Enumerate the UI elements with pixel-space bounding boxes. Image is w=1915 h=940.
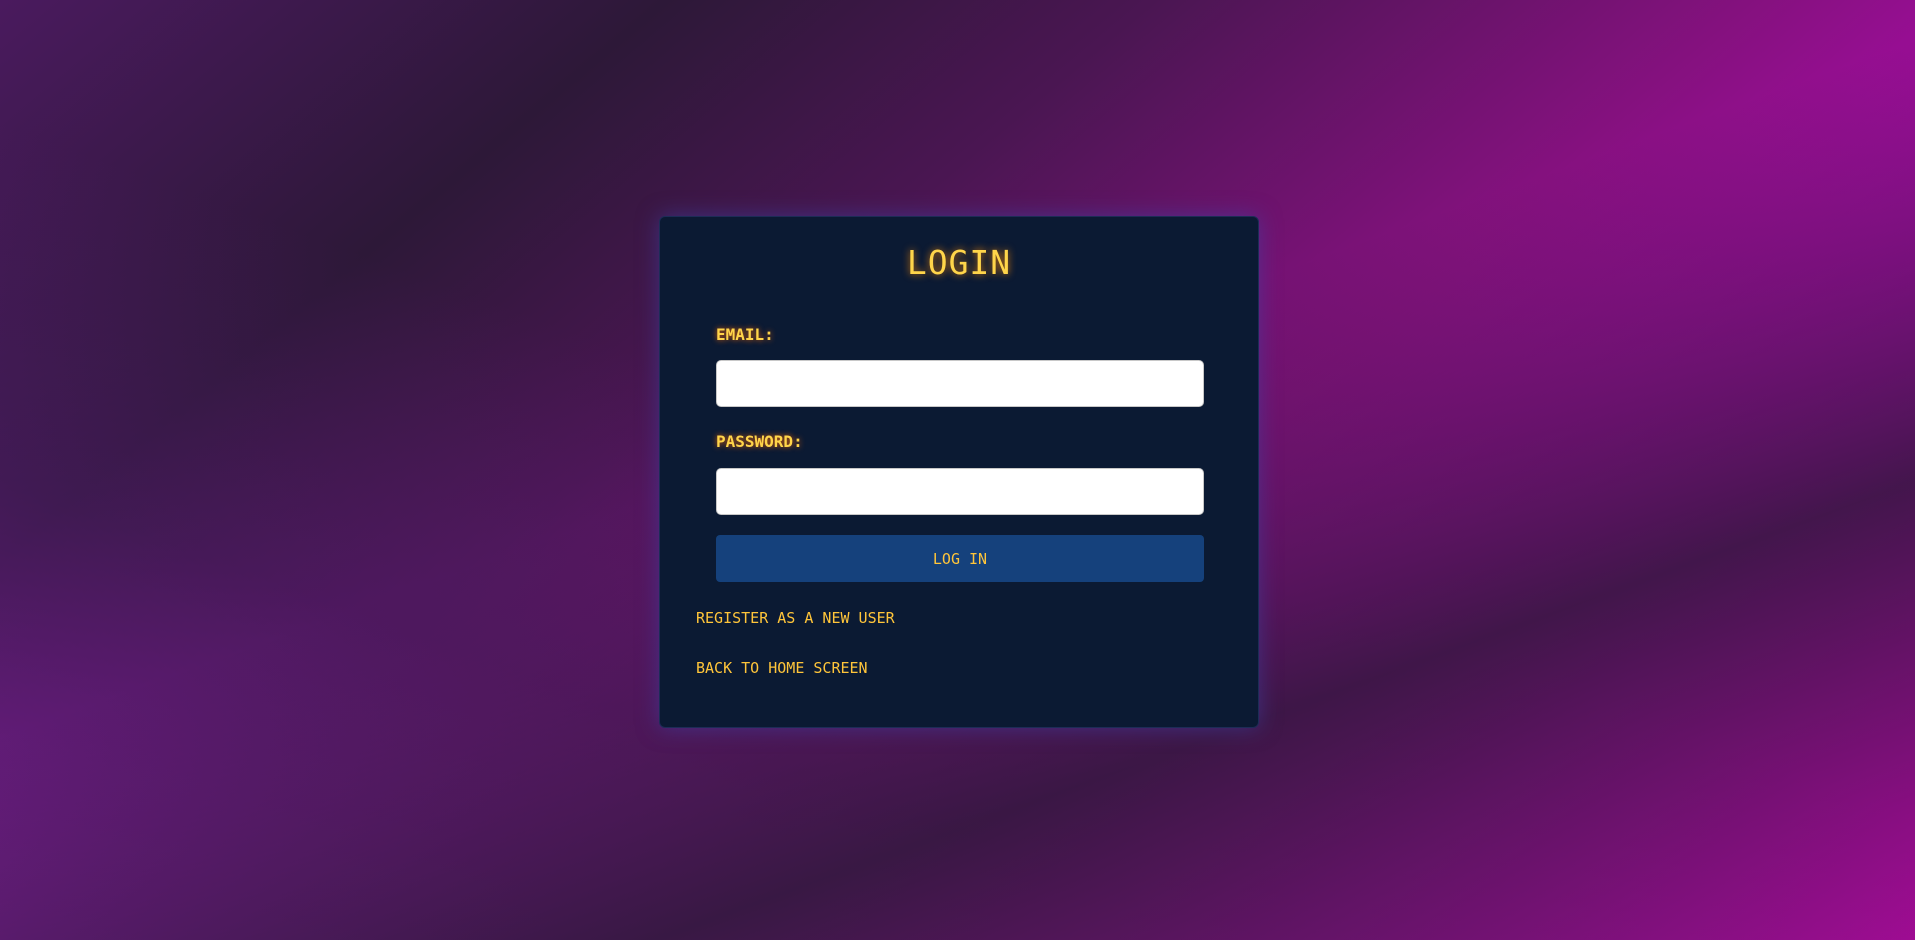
email-label: EMAIL: bbox=[716, 325, 774, 344]
back-to-home-link[interactable]: BACK TO HOME SCREEN bbox=[696, 659, 868, 677]
password-field[interactable] bbox=[716, 468, 1204, 515]
login-card: LOGIN EMAIL: PASSWORD: LOG IN REGISTER A… bbox=[659, 216, 1259, 728]
password-label: PASSWORD: bbox=[716, 432, 803, 451]
page-title: LOGIN bbox=[906, 243, 1012, 282]
log-in-button[interactable]: LOG IN bbox=[716, 535, 1204, 582]
email-field[interactable] bbox=[716, 360, 1204, 407]
register-link[interactable]: REGISTER AS A NEW USER bbox=[696, 609, 895, 627]
